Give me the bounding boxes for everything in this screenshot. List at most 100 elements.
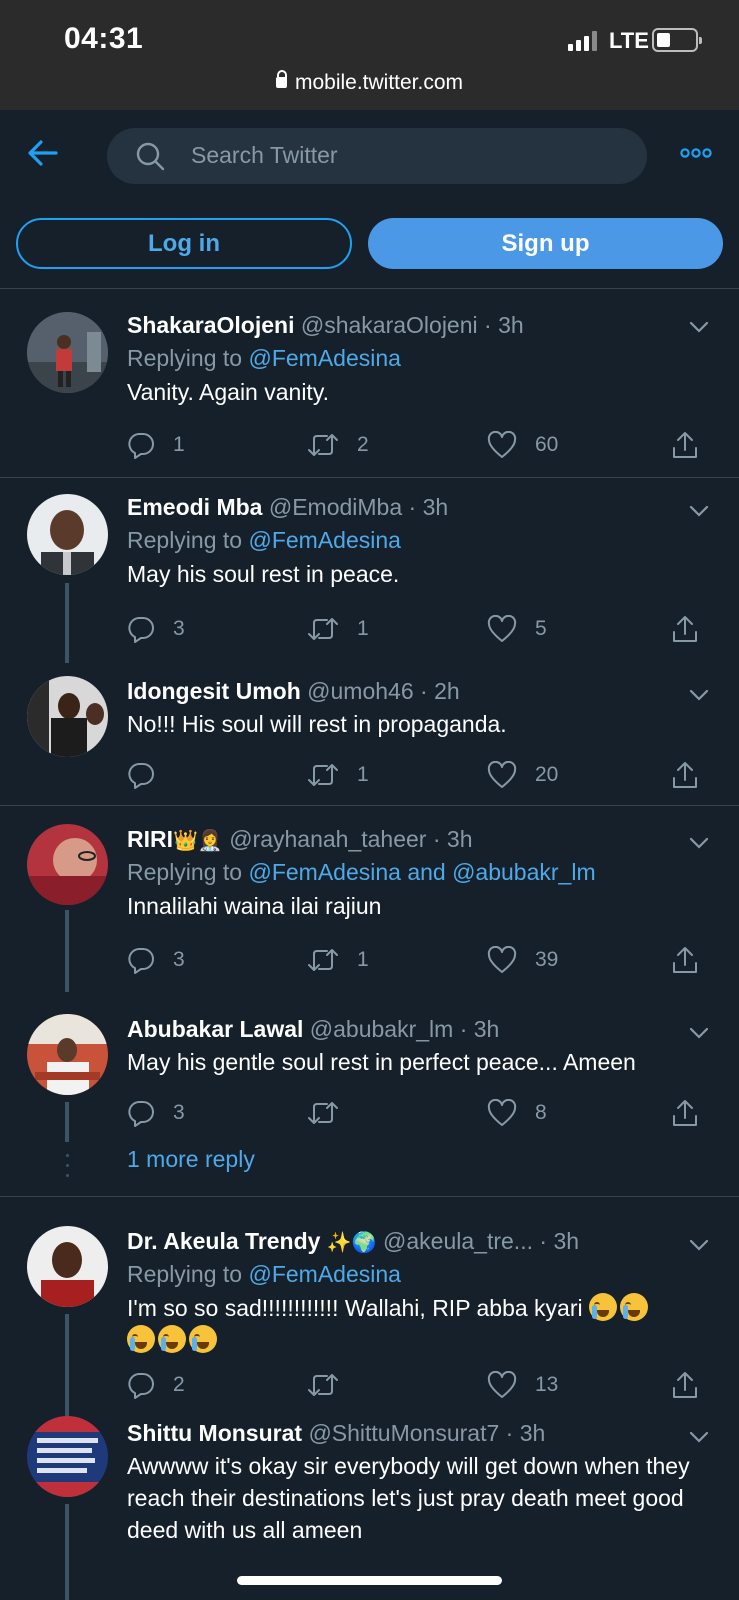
- author-name[interactable]: Shittu Monsurat: [127, 1420, 302, 1446]
- person-emoji: 👩‍⚕️: [197, 829, 223, 852]
- retweet-icon: [308, 1374, 338, 1396]
- sparkles-emoji: ✨: [326, 1231, 352, 1254]
- avatar[interactable]: [27, 1014, 108, 1095]
- reply-button[interactable]: 3: [127, 614, 185, 644]
- author-name[interactable]: RIRI: [127, 826, 173, 852]
- chevron-down-icon[interactable]: [689, 1027, 709, 1039]
- like-button[interactable]: 60: [487, 430, 558, 460]
- replying-to-link[interactable]: @FemAdesina: [248, 345, 400, 371]
- more-dots-icon[interactable]: [680, 146, 712, 160]
- author-name[interactable]: Dr. Akeula Trendy: [127, 1228, 320, 1254]
- avatar[interactable]: [27, 1226, 108, 1307]
- like-button[interactable]: 5: [487, 614, 547, 644]
- chevron-down-icon[interactable]: [689, 837, 709, 849]
- like-button[interactable]: 13: [487, 1370, 558, 1400]
- search-input[interactable]: Search Twitter: [191, 142, 338, 169]
- replying-to: Replying to @FemAdesina: [127, 1261, 401, 1287]
- retweet-button[interactable]: [307, 1098, 357, 1128]
- chevron-down-icon[interactable]: [689, 689, 709, 701]
- reply-button[interactable]: 3: [127, 1098, 185, 1128]
- avatar[interactable]: [27, 676, 108, 757]
- retweet-button[interactable]: 1: [307, 760, 369, 790]
- retweet-button[interactable]: [307, 1370, 357, 1400]
- home-indicator[interactable]: [237, 1576, 502, 1585]
- retweet-icon: [308, 618, 338, 640]
- reply-button[interactable]: 1: [127, 430, 185, 460]
- share-button[interactable]: [671, 1370, 717, 1400]
- share-icon: [673, 947, 697, 973]
- reply-button[interactable]: 3: [127, 945, 185, 975]
- tweet-actions: 2 13: [127, 1370, 713, 1400]
- retweet-icon: [308, 1102, 338, 1124]
- retweet-button[interactable]: 1: [307, 945, 369, 975]
- author-name[interactable]: Abubakar Lawal: [127, 1016, 303, 1042]
- replying-to-link[interactable]: @FemAdesina: [248, 527, 400, 553]
- tweet-actions: 1 2 60: [127, 430, 713, 460]
- replying-to-link[interactable]: @FemAdesina: [248, 1261, 400, 1287]
- reply-icon: [128, 433, 154, 459]
- share-icon: [673, 762, 697, 788]
- tweet-text: Innalilahi waina ilai rajiun: [127, 893, 382, 919]
- heart-icon: [487, 761, 517, 788]
- signup-button[interactable]: Sign up: [368, 218, 723, 269]
- author-name[interactable]: Idongesit Umoh: [127, 678, 301, 704]
- tweet-emeodi-mba[interactable]: Emeodi Mba @EmodiMba · 3h Replying to @F…: [0, 478, 739, 663]
- like-button[interactable]: 39: [487, 945, 558, 975]
- tweet-shittu-monsurat[interactable]: Shittu Monsurat @ShittuMonsurat7 · 3h Aw…: [0, 1412, 739, 1600]
- tweet-time: 3h: [446, 826, 473, 852]
- avatar[interactable]: [27, 1416, 108, 1497]
- login-button[interactable]: Log in: [16, 218, 352, 269]
- tweet-abubakar-lawal[interactable]: Abubakar Lawal @abubakr_lm · 3h May his …: [0, 986, 739, 1210]
- author-handle: @shakaraOlojeni: [300, 312, 478, 338]
- more-replies-link[interactable]: 1 more reply: [127, 1146, 255, 1173]
- chevron-down-icon[interactable]: [689, 1431, 709, 1443]
- tweet-text: No!!! His soul will rest in propaganda.: [127, 711, 507, 737]
- avatar[interactable]: [27, 312, 108, 393]
- author-handle: @rayhanah_taheer: [229, 826, 427, 852]
- tweet-text: May his soul rest in peace.: [127, 561, 400, 587]
- share-button[interactable]: [671, 614, 717, 644]
- tweet-riri[interactable]: RIRI👑👩‍⚕️ @rayhanah_taheer · 3h Replying…: [0, 806, 739, 992]
- search-box[interactable]: Search Twitter: [107, 128, 647, 184]
- tweet-time: 3h: [553, 1228, 580, 1254]
- share-button[interactable]: [671, 430, 717, 460]
- share-icon: [673, 616, 697, 642]
- author-name[interactable]: ShakaraOlojeni: [127, 312, 294, 338]
- globe-emoji: 🌍: [351, 1231, 377, 1254]
- tweet-time: 3h: [498, 312, 524, 338]
- retweet-icon: [308, 434, 338, 456]
- like-button[interactable]: 8: [487, 1098, 547, 1128]
- author-handle: @abubakr_lm: [309, 1016, 454, 1042]
- retweet-button[interactable]: 1: [307, 614, 369, 644]
- tweet-idongesit-umoh[interactable]: Idongesit Umoh @umoh46 · 2h No!!! His so…: [0, 658, 739, 806]
- heart-icon: [487, 946, 517, 973]
- tweet-time: 3h: [519, 1420, 546, 1446]
- tweet-akeula-trendy[interactable]: Dr. Akeula Trendy ✨🌍 @akeula_tre... · 3h…: [0, 1198, 739, 1418]
- share-button[interactable]: [671, 1098, 717, 1128]
- replying-to-link[interactable]: @FemAdesina and @abubakr_lm: [248, 859, 595, 885]
- tweet-text: Vanity. Again vanity.: [127, 379, 330, 405]
- avatar[interactable]: [27, 494, 108, 575]
- chevron-down-icon[interactable]: [689, 1239, 709, 1251]
- tweet-time: 2h: [434, 678, 460, 704]
- share-button[interactable]: [671, 760, 717, 790]
- chevron-down-icon[interactable]: [689, 321, 709, 333]
- crying-emoji: [589, 1293, 618, 1321]
- reply-button[interactable]: 2: [127, 1370, 185, 1400]
- tweet-actions: 3 1 39: [127, 945, 713, 975]
- share-button[interactable]: [671, 945, 717, 975]
- top-bar: Search Twitter Log in Sign up: [0, 0, 739, 289]
- tweet-time: 3h: [473, 1016, 500, 1042]
- author-name[interactable]: Emeodi Mba: [127, 494, 262, 520]
- author-handle: @umoh46: [307, 678, 414, 704]
- retweet-button[interactable]: 2: [307, 430, 369, 460]
- chevron-down-icon[interactable]: [689, 505, 709, 517]
- reply-button[interactable]: [127, 760, 173, 790]
- reply-icon: [128, 763, 154, 789]
- back-arrow-icon[interactable]: [28, 140, 58, 166]
- tweet-shakaraolojeni[interactable]: ShakaraOlojeni @shakaraOlojeni · 3h Repl…: [0, 288, 739, 488]
- author-handle: @EmodiMba: [268, 494, 403, 520]
- avatar[interactable]: [27, 824, 108, 905]
- like-button[interactable]: 20: [487, 760, 558, 790]
- share-icon: [673, 1372, 697, 1398]
